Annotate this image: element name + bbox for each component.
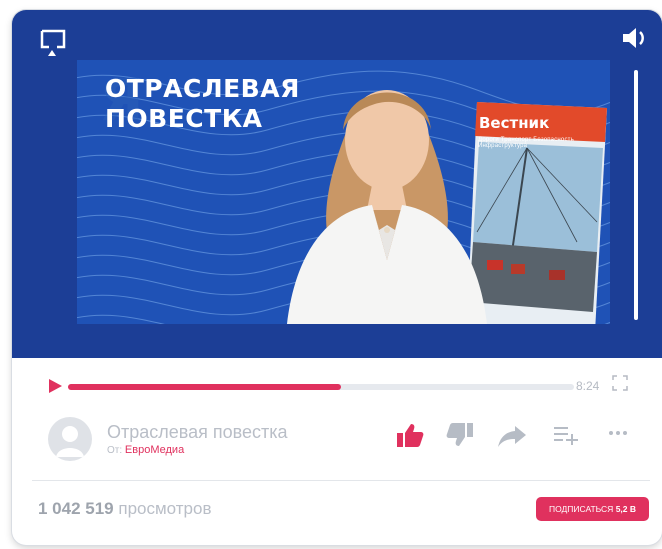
subscribe-button[interactable]: ПОДПИСАТЬСЯ 5,2 B [536, 497, 649, 521]
from-label: От: [107, 445, 123, 456]
view-count-number: 1 042 519 [38, 499, 114, 518]
magazine-subtitle: Дороги Транспорт Безопасность Инфраструк… [478, 137, 574, 149]
divider [32, 480, 650, 481]
share-arrow-icon[interactable] [497, 424, 527, 448]
thumbnail-title: ОТРАСЛЕВАЯ ПОВЕСТКА [105, 74, 300, 134]
user-placeholder-icon [56, 426, 84, 457]
view-count: 1 042 519 просмотров [38, 499, 212, 519]
speaker-icon[interactable] [622, 26, 650, 50]
thumbnail-title-line2: ПОВЕСТКА [105, 104, 263, 133]
caret-up-icon [48, 50, 56, 56]
channel-avatar[interactable] [48, 417, 92, 461]
thumbnail-title-line1: ОТРАСЛЕВАЯ [105, 74, 300, 103]
thumbs-up-icon[interactable] [396, 422, 424, 448]
channel-name[interactable]: Отраслевая повестка [107, 422, 288, 443]
channel-from: От: ЕвроМедиа [107, 444, 184, 456]
play-button[interactable] [49, 379, 62, 393]
presenter-image [287, 90, 487, 324]
subscriber-count: 5,2 B [615, 504, 637, 514]
scrollbar[interactable] [634, 70, 638, 320]
video-card: Я ОТРАСЛЕВАЯ ПОВЕСТКА Вестник Дороги Тра… [12, 10, 662, 545]
progress-bar[interactable] [68, 384, 574, 390]
video-thumbnail[interactable]: Я ОТРАСЛЕВАЯ ПОВЕСТКА Вестник Дороги Тра… [77, 60, 610, 324]
video-duration: 8:24 [576, 379, 600, 393]
more-dots-icon[interactable] [608, 429, 628, 437]
add-to-playlist-icon[interactable] [554, 425, 578, 445]
fullscreen-icon[interactable] [612, 375, 628, 391]
progress-fill [68, 384, 342, 390]
publisher-link[interactable]: ЕвроМедиа [125, 444, 184, 456]
subscribe-label: ПОДПИСАТЬСЯ [548, 504, 614, 514]
thumbs-down-icon[interactable] [446, 422, 474, 448]
view-count-label: просмотров [118, 499, 212, 518]
